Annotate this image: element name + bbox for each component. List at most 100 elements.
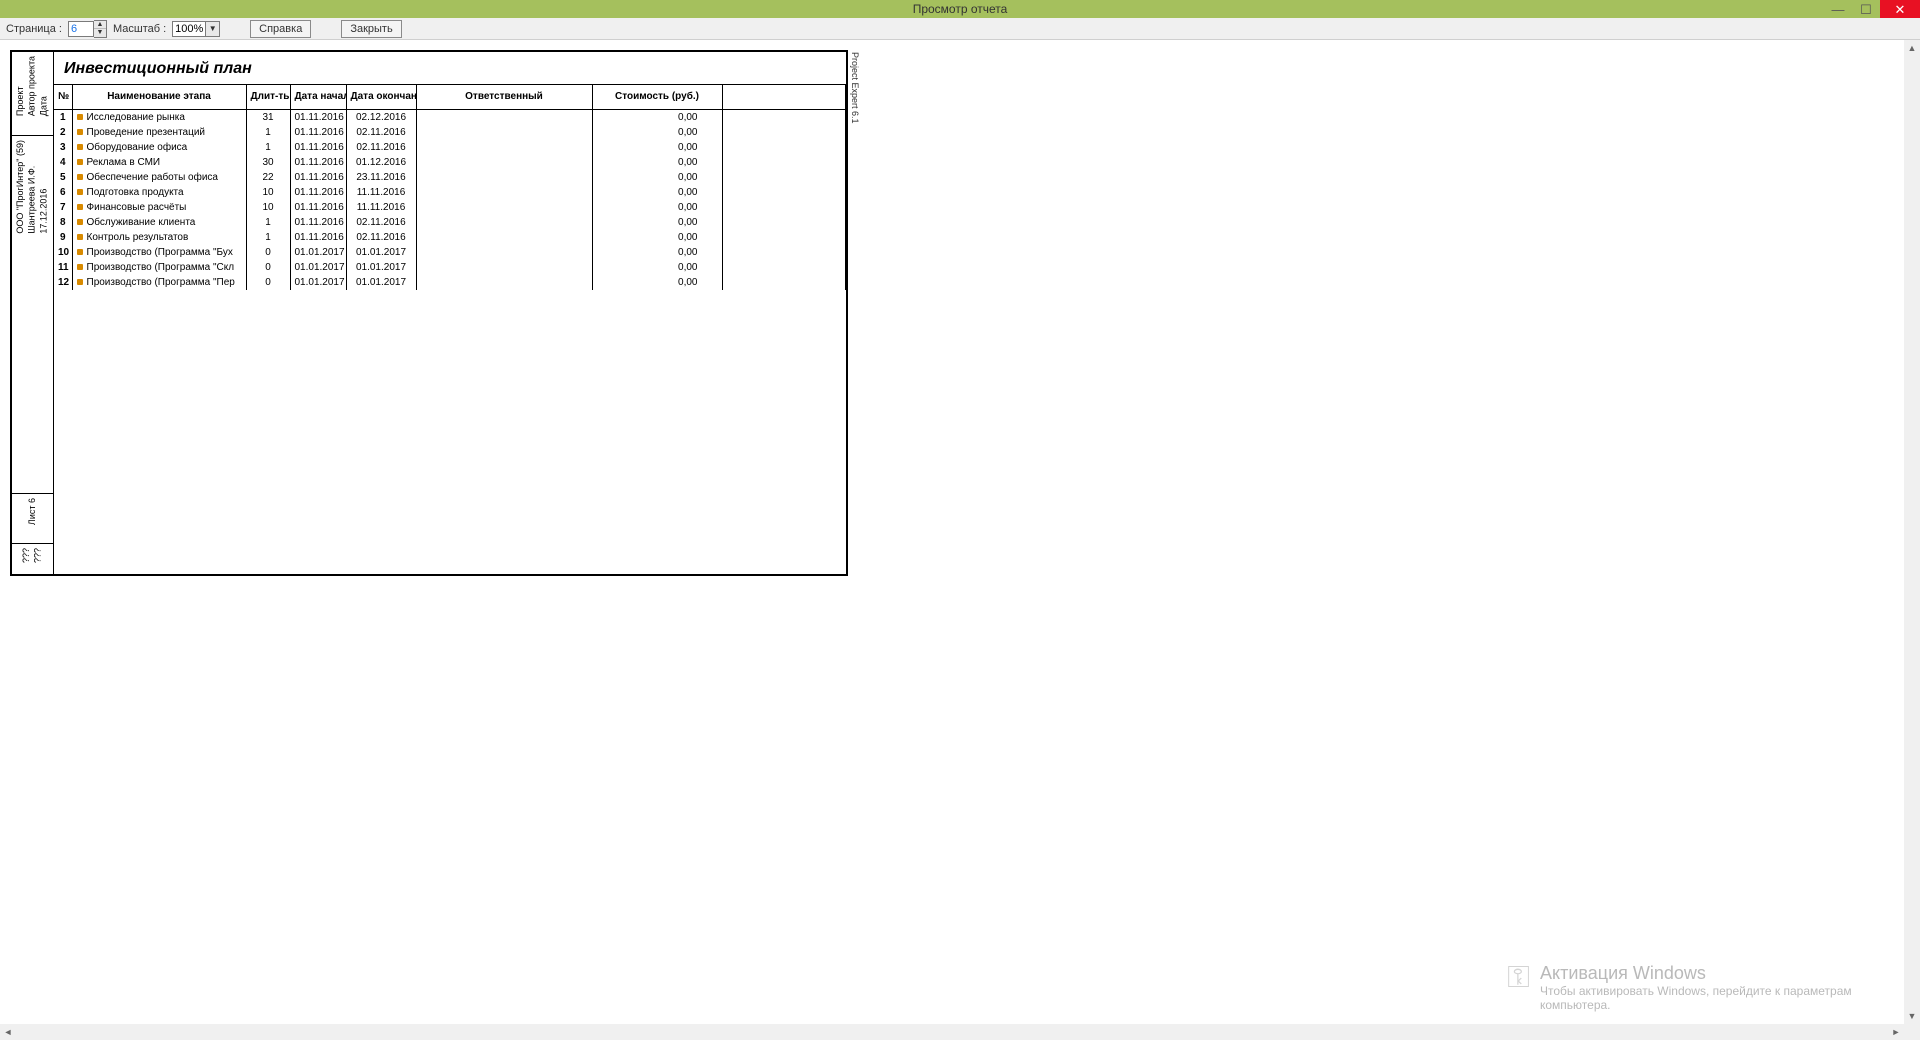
- col-end-date: Дата окончания: [346, 85, 416, 109]
- stages-table: № Наименование этапа Длит-ть Дата начала…: [54, 85, 846, 290]
- vertical-scrollbar[interactable]: ▲ ▼: [1904, 40, 1920, 1024]
- table-row: 5Обеспечение работы офиса2201.11.201623.…: [54, 170, 846, 185]
- col-duration: Длит-ть: [246, 85, 290, 109]
- chevron-down-icon[interactable]: ▼: [206, 21, 220, 37]
- page-input[interactable]: [68, 21, 94, 37]
- col-responsible: Ответственный: [416, 85, 592, 109]
- cell-tail: [722, 170, 846, 185]
- cell-end-date: 11.11.2016: [346, 200, 416, 215]
- cell-cost: 0,00: [592, 245, 722, 260]
- cell-end-date: 02.11.2016: [346, 215, 416, 230]
- col-tail: [722, 85, 846, 109]
- cell-duration: 31: [246, 109, 290, 125]
- report-page: Project Expert 6.1 Проект Автор проекта …: [10, 50, 848, 576]
- table-row: 3Оборудование офиса101.11.201602.11.2016…: [54, 140, 846, 155]
- cell-name: Контроль результатов: [72, 230, 246, 245]
- cell-name: Реклама в СМИ: [72, 155, 246, 170]
- cell-tail: [722, 140, 846, 155]
- cell-responsible: [416, 170, 592, 185]
- cell-duration: 1: [246, 140, 290, 155]
- page-spin-up-icon[interactable]: ▲: [94, 21, 106, 29]
- cell-responsible: [416, 215, 592, 230]
- scroll-up-icon[interactable]: ▲: [1904, 40, 1920, 56]
- help-button[interactable]: Справка: [250, 20, 311, 38]
- cell-duration: 1: [246, 125, 290, 140]
- scroll-right-icon[interactable]: ►: [1888, 1024, 1904, 1040]
- cell-start-date: 01.01.2017: [290, 275, 346, 290]
- report-viewport[interactable]: Project Expert 6.1 Проект Автор проекта …: [0, 40, 1904, 1024]
- side-block-3: Лист 6: [27, 498, 39, 525]
- cell-duration: 0: [246, 260, 290, 275]
- cell-duration: 1: [246, 215, 290, 230]
- horizontal-scrollbar[interactable]: ◄ ►: [0, 1024, 1904, 1040]
- cell-start-date: 01.11.2016: [290, 185, 346, 200]
- cell-number: 12: [54, 275, 72, 290]
- cell-start-date: 01.11.2016: [290, 170, 346, 185]
- table-row: 12Производство (Программа "Пер001.01.201…: [54, 275, 846, 290]
- cell-duration: 22: [246, 170, 290, 185]
- report-title: Инвестиционный план: [54, 52, 846, 84]
- cell-number: 1: [54, 109, 72, 125]
- table-row: 8Обслуживание клиента101.11.201602.11.20…: [54, 215, 846, 230]
- cell-responsible: [416, 140, 592, 155]
- scroll-down-icon[interactable]: ▼: [1904, 1008, 1920, 1024]
- maximize-button[interactable]: ☐: [1852, 0, 1880, 18]
- cell-number: 7: [54, 200, 72, 215]
- page-spinner[interactable]: ▲ ▼: [68, 20, 107, 38]
- cell-start-date: 01.11.2016: [290, 155, 346, 170]
- cell-tail: [722, 260, 846, 275]
- cell-tail: [722, 185, 846, 200]
- cell-responsible: [416, 109, 592, 125]
- generator-label: Project Expert 6.1: [850, 52, 860, 124]
- zoom-input[interactable]: [172, 21, 206, 37]
- cell-cost: 0,00: [592, 275, 722, 290]
- close-button[interactable]: Закрыть: [341, 20, 401, 38]
- cell-cost: 0,00: [592, 185, 722, 200]
- stage-bullet-icon: [77, 279, 83, 285]
- window-title: Просмотр отчета: [913, 2, 1008, 16]
- col-number: №: [54, 85, 72, 109]
- table-row: 1Исследование рынка3101.11.201602.12.201…: [54, 109, 846, 125]
- stage-bullet-icon: [77, 219, 83, 225]
- scroll-corner: [1904, 1024, 1920, 1040]
- cell-number: 10: [54, 245, 72, 260]
- cell-name: Обеспечение работы офиса: [72, 170, 246, 185]
- close-button-label: Закрыть: [350, 23, 392, 35]
- cell-start-date: 01.11.2016: [290, 140, 346, 155]
- cell-cost: 0,00: [592, 155, 722, 170]
- cell-duration: 10: [246, 200, 290, 215]
- col-name: Наименование этапа: [72, 85, 246, 109]
- cell-number: 11: [54, 260, 72, 275]
- cell-cost: 0,00: [592, 230, 722, 245]
- help-button-label: Справка: [259, 23, 302, 35]
- cell-cost: 0,00: [592, 260, 722, 275]
- cell-responsible: [416, 125, 592, 140]
- page-spin-down-icon[interactable]: ▼: [94, 29, 106, 37]
- cell-name: Исследование рынка: [72, 109, 246, 125]
- cell-start-date: 01.11.2016: [290, 215, 346, 230]
- cell-name: Оборудование офиса: [72, 140, 246, 155]
- cell-number: 2: [54, 125, 72, 140]
- minimize-button[interactable]: —: [1824, 0, 1852, 18]
- cell-end-date: 01.12.2016: [346, 155, 416, 170]
- scroll-left-icon[interactable]: ◄: [0, 1024, 16, 1040]
- page-main: Инвестиционный план № Наименование этапа…: [54, 52, 846, 574]
- cell-tail: [722, 245, 846, 260]
- cell-number: 8: [54, 215, 72, 230]
- cell-cost: 0,00: [592, 140, 722, 155]
- table-row: 11Производство (Программа "Скл001.01.201…: [54, 260, 846, 275]
- cell-tail: [722, 109, 846, 125]
- cell-responsible: [416, 245, 592, 260]
- cell-number: 4: [54, 155, 72, 170]
- cell-number: 3: [54, 140, 72, 155]
- cell-cost: 0,00: [592, 200, 722, 215]
- side-block-1: Проект Автор проекта Дата: [15, 56, 50, 116]
- titlebar: Просмотр отчета — ☐ ✕: [0, 0, 1920, 18]
- cell-cost: 0,00: [592, 170, 722, 185]
- table-row: 2Проведение презентаций101.11.201602.11.…: [54, 125, 846, 140]
- cell-end-date: 02.11.2016: [346, 140, 416, 155]
- zoom-combobox[interactable]: ▼: [172, 21, 220, 37]
- side-block-2: ООО "ПрогИнтер" (59) Шантреева И.Ф. 17.1…: [15, 140, 50, 234]
- close-window-button[interactable]: ✕: [1880, 0, 1920, 18]
- cell-start-date: 01.11.2016: [290, 230, 346, 245]
